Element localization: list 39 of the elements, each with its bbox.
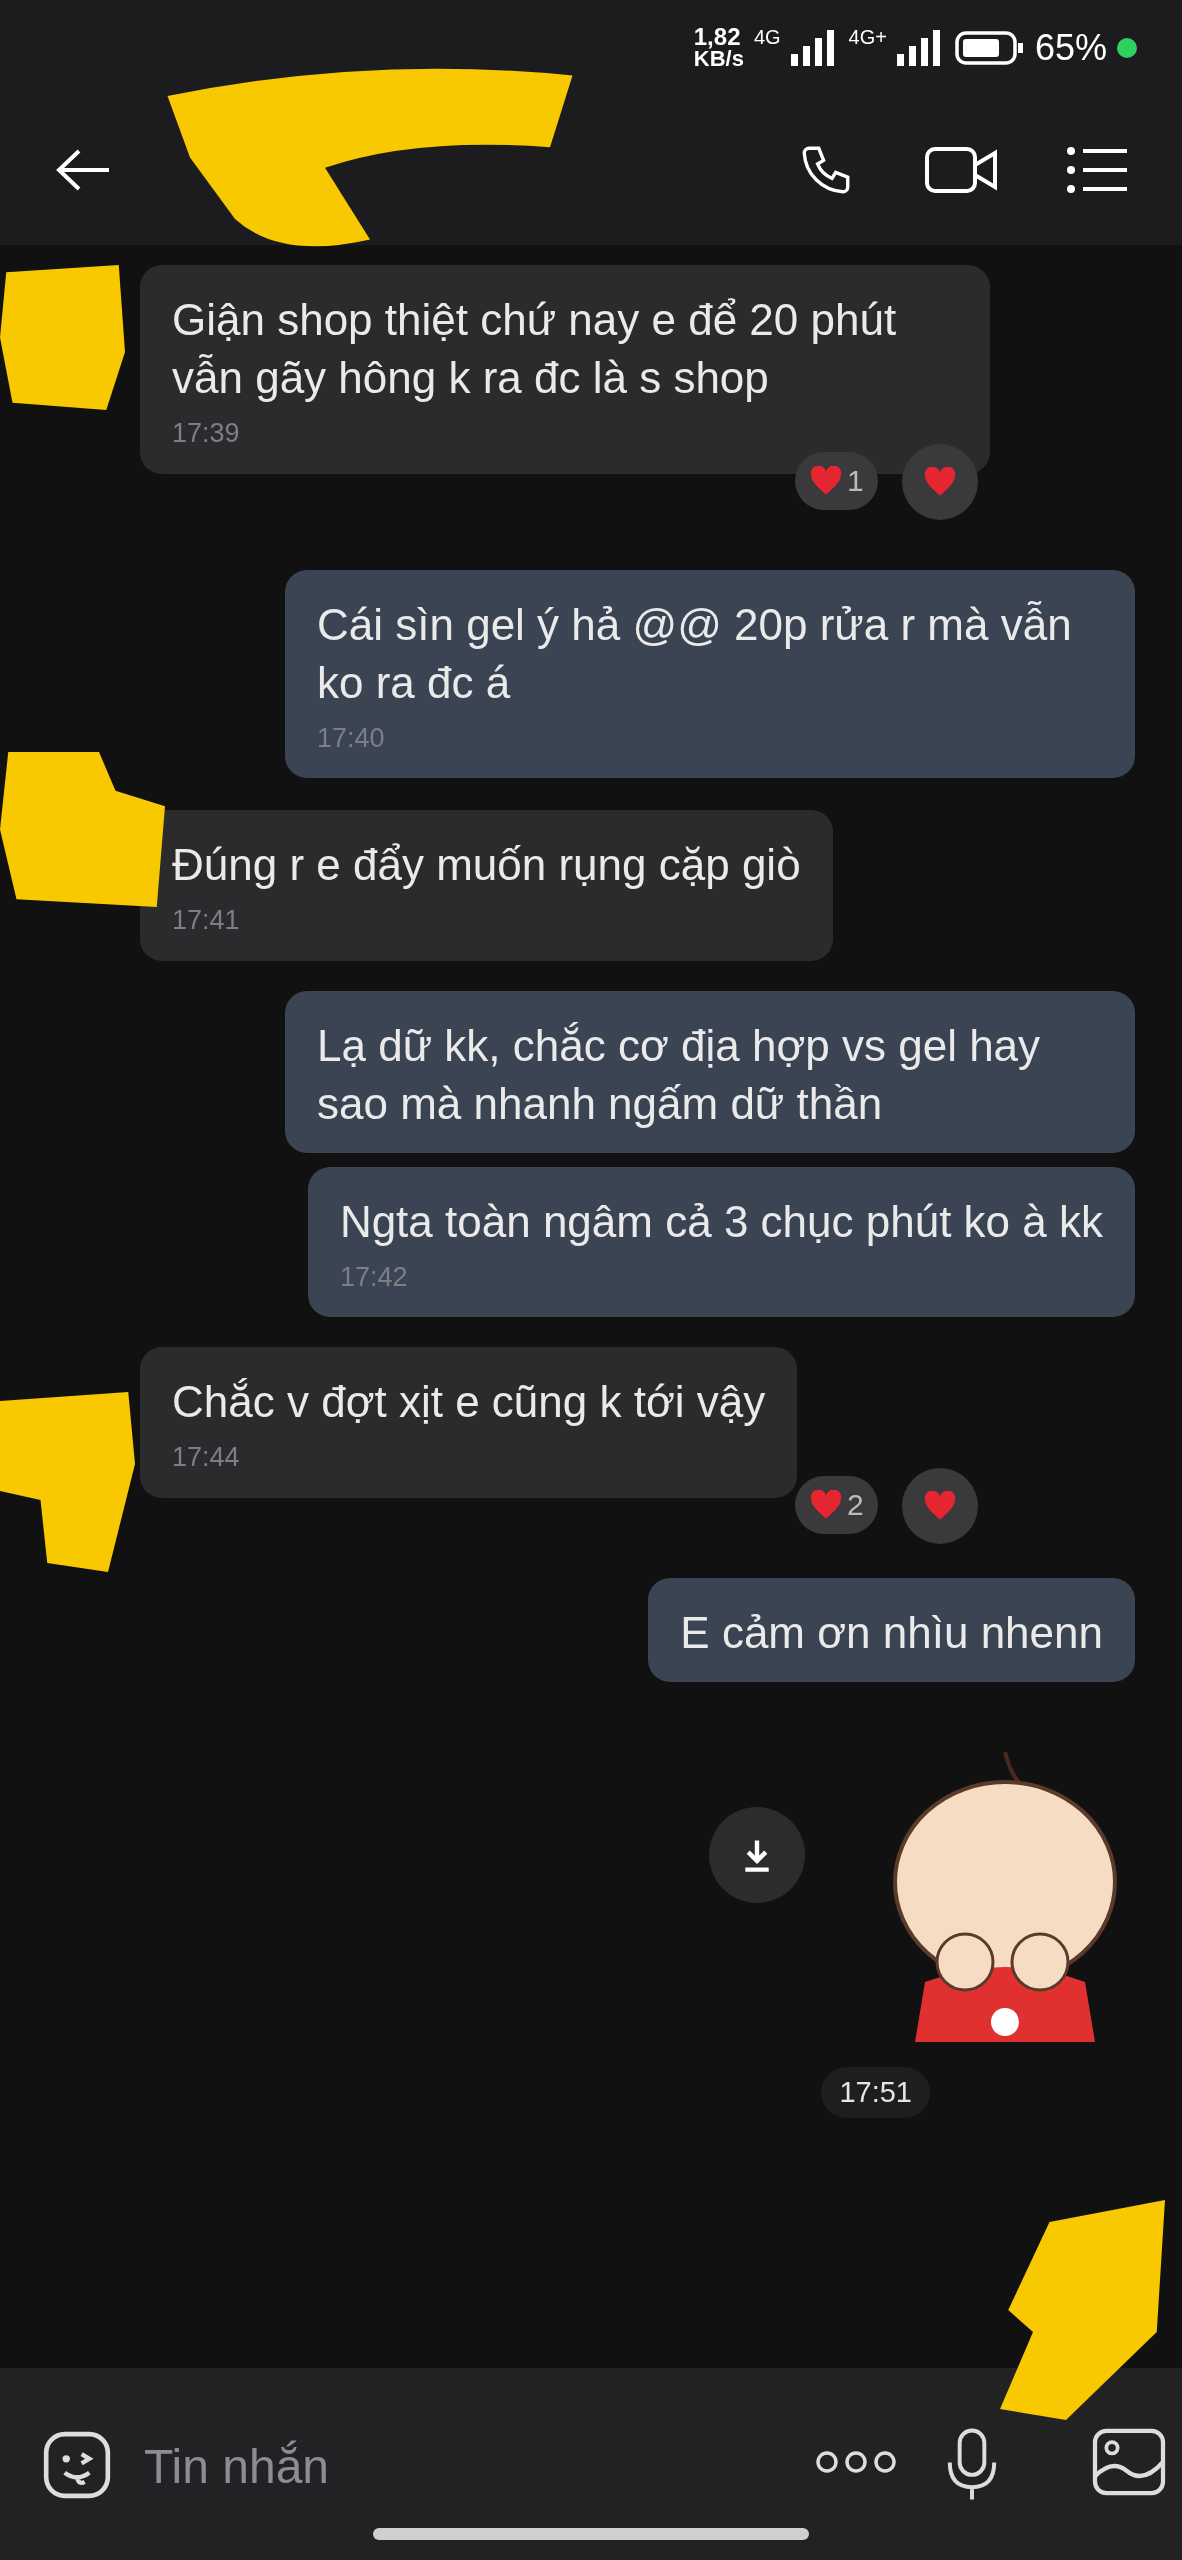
back-icon [55,148,111,192]
message-time: 17:40 [317,721,386,755]
message-text: Ngta toàn ngâm cả 3 chục phút ko à kk [339,1195,1103,1248]
message-time: 17:39 [172,417,241,450]
photo-button[interactable] [1092,2428,1166,2496]
reaction-count[interactable]: 2 [795,1475,878,1534]
network-type: 4G [753,25,781,50]
network-type: 4G+ [848,25,887,50]
heart-icon [809,1489,843,1520]
heart-icon [809,465,843,496]
speed-unit: KB/s [693,47,744,70]
message-time: 17:51 [821,2066,930,2118]
video-camera-icon [925,145,997,195]
heart-icon [922,1490,957,1521]
image-icon [1092,2428,1166,2496]
message-time: 17:41 [172,904,241,937]
more-icon [815,2448,897,2476]
menu-icon [1067,147,1127,193]
reaction-number: 2 [847,1487,864,1523]
back-button[interactable] [55,148,111,192]
message-time: 17:44 [172,1441,241,1474]
battery-icon [954,29,1025,66]
voice-button[interactable] [947,2428,997,2502]
reaction-number: 1 [847,463,864,499]
heart-icon [922,466,957,497]
more-button[interactable] [815,2448,897,2476]
message-text: Giận shop thiệt chứ nay e để 20 phút vẫn gãy hông k ra đc là s shop [172,294,898,404]
battery-percent: 65% [1034,25,1107,70]
message-time: 17:42 [339,1260,409,1294]
message-text: Cái sìn gel ý hả @@ 20p rửa r mà vẫn ko ra đc á [317,598,1073,709]
reaction-count[interactable]: 1 [795,451,878,510]
microphone-icon [947,2428,997,2502]
message-text: Chắc v đợt xịt e cũng k tới vậy [172,1376,766,1428]
network-speed: 1,82 [693,25,741,48]
message-text: E cảm ơn nhìu nhenn [680,1606,1103,1659]
message-text: Lạ dữ kk, chắc cơ địa hợp vs gel hay sao mà nhanh ngấm dữ thần [317,1019,1042,1130]
menu-button[interactable] [1067,147,1127,193]
video-call-button[interactable] [925,145,997,195]
message-text: Đúng r e đẩy muốn rụng cặp giò [172,839,801,891]
